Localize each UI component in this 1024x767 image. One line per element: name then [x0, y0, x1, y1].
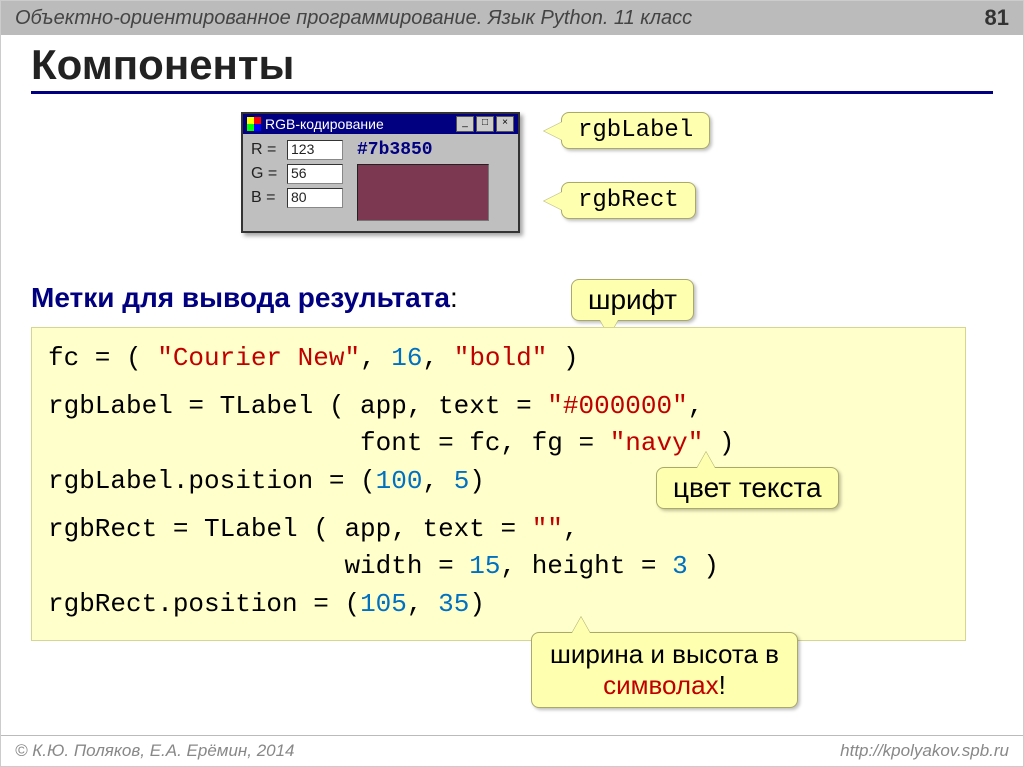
color-swatch [357, 164, 489, 221]
slide-header: Объектно-ориентированное программировани… [1, 1, 1023, 35]
b-input[interactable]: 80 [287, 188, 343, 208]
b-label: B = [251, 189, 287, 207]
g-label: G = [251, 165, 287, 183]
r-label: R = [251, 141, 287, 159]
tk-icon [247, 117, 261, 131]
slide-title: Компоненты [31, 41, 993, 89]
minimize-button[interactable]: _ [456, 116, 474, 132]
app-window: RGB-кодирование _ □ × R = 123 G = 56 [241, 112, 520, 233]
g-input[interactable]: 56 [287, 164, 343, 184]
callout-font: шрифт [571, 279, 694, 321]
app-title: RGB-кодирование [265, 116, 384, 132]
close-button[interactable]: × [496, 116, 514, 132]
app-body: R = 123 G = 56 B = 80 #7b3850 [243, 134, 518, 231]
window-buttons: _ □ × [456, 116, 514, 132]
title-rule [31, 91, 993, 94]
callout-textcolor: цвет текста [656, 467, 839, 509]
copyright: © К.Ю. Поляков, Е.А. Ерёмин, 2014 [15, 741, 295, 761]
callout-rgbrect: rgbRect [561, 182, 696, 219]
footer-url: http://kpolyakov.spb.ru [840, 741, 1009, 761]
callout-rgblabel: rgbLabel [561, 112, 710, 149]
r-input[interactable]: 123 [287, 140, 343, 160]
slide: Объектно-ориентированное программировани… [0, 0, 1024, 767]
slide-footer: © К.Ю. Поляков, Е.А. Ерёмин, 2014 http:/… [1, 735, 1023, 766]
app-titlebar: RGB-кодирование _ □ × [243, 114, 518, 134]
course-title: Объектно-ориентированное программировани… [15, 7, 692, 30]
page-number: 81 [985, 5, 1009, 31]
callout-size: ширина и высота в символах! [531, 632, 798, 708]
maximize-button[interactable]: □ [476, 116, 494, 132]
subheading: Метки для вывода результата: [31, 282, 458, 314]
hex-label: #7b3850 [357, 140, 510, 160]
